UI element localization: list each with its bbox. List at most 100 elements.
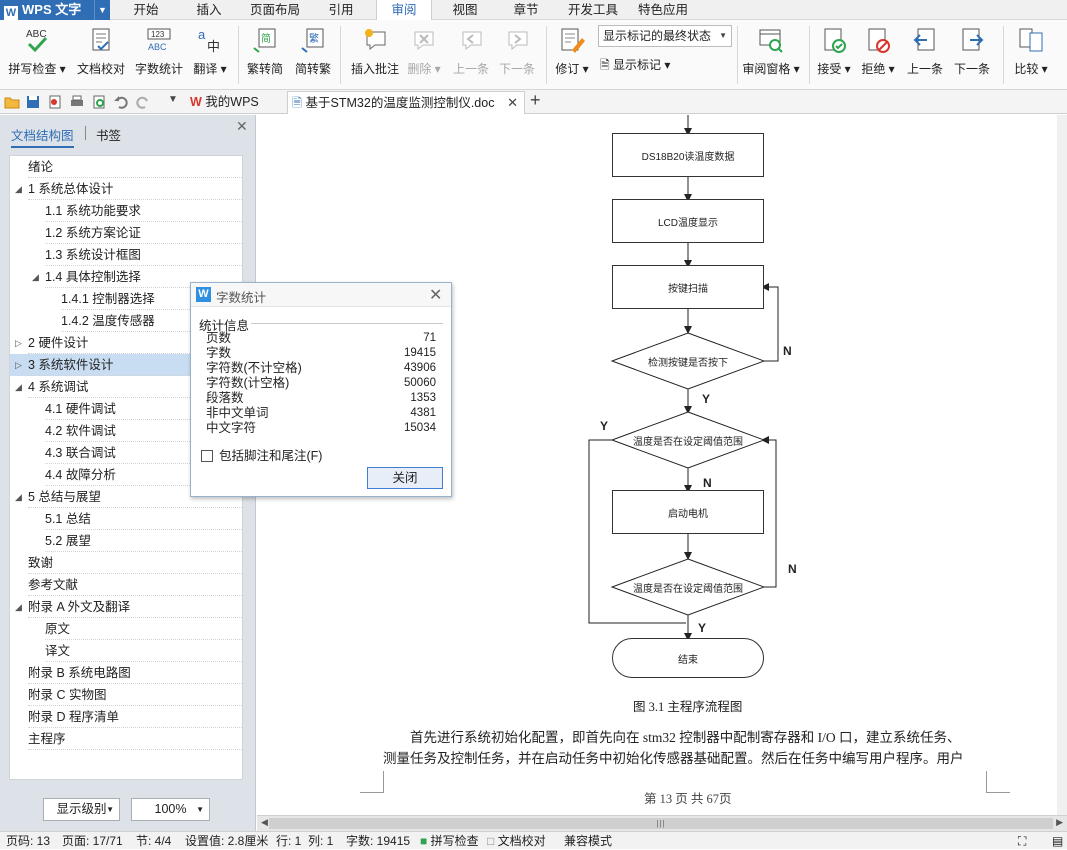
outline-item[interactable]: 参考文献	[10, 574, 242, 596]
tab-page-layout[interactable]: 页面布局	[246, 0, 304, 20]
outline-item[interactable]: 主程序	[10, 728, 242, 750]
stat-row: 字符数(计空格) 50060	[206, 376, 436, 391]
undo-icon[interactable]	[113, 94, 129, 110]
outline-item-label: 致谢	[28, 556, 54, 570]
tab-start[interactable]: 开始	[123, 0, 169, 20]
fullscreen-icon[interactable]: ⛶	[1018, 832, 1026, 850]
stat-value: 50060	[404, 377, 436, 389]
horizontal-scrollbar[interactable]: ◀ ||| ▶	[257, 815, 1067, 831]
reject-button[interactable]: 拒绝 ▾	[860, 26, 896, 86]
expand-icon[interactable]: ▷	[15, 354, 22, 376]
outline-item[interactable]: 原文	[10, 618, 242, 640]
ribbon: ABC 拼写检查 ▾ 文档校对 123 ABC 字数统计 a中 翻译 ▾ 简 繁转…	[0, 20, 1067, 90]
close-icon[interactable]: ✕	[429, 285, 442, 305]
outline-item[interactable]: 附录 C 实物图	[10, 684, 242, 706]
outline-item[interactable]: 1.3 系统设计框图	[10, 244, 242, 266]
collapse-icon[interactable]: ◢	[15, 178, 22, 200]
open-folder-icon[interactable]	[4, 94, 20, 110]
display-level-select[interactable]: 显示级别 ▼	[43, 798, 120, 821]
insert-comment-button[interactable]: 插入批注	[347, 26, 403, 86]
close-tab-icon[interactable]: ✕	[507, 92, 518, 114]
revise-button[interactable]: 修订 ▾	[552, 26, 592, 86]
tab-my-wps[interactable]: W 我的WPS	[186, 91, 280, 114]
tab-developer[interactable]: 开发工具	[564, 0, 622, 20]
ribbon-divider	[737, 26, 738, 84]
prev-change-button[interactable]: 上一条	[904, 26, 946, 86]
doc-proof-button[interactable]: 文档校对	[74, 26, 128, 86]
flow-label-y: Y	[702, 392, 711, 406]
outline-item[interactable]: 附录 B 系统电路图	[10, 662, 242, 684]
collapse-icon[interactable]: ◢	[32, 266, 39, 288]
collapse-icon[interactable]: ◢	[15, 596, 22, 618]
include-footnotes-checkbox[interactable]: 包括脚注和尾注(F)	[201, 445, 322, 464]
scroll-left-icon[interactable]: ◀	[261, 817, 268, 828]
tab-features[interactable]: 特色应用	[634, 0, 692, 20]
status-spell-check[interactable]: ■ 拼写检查	[420, 832, 479, 850]
outline-item[interactable]: 5.2 展望	[10, 530, 242, 552]
tab-document[interactable]: 🗎 基于STM32的温度监测控制仪.doc ✕	[287, 91, 525, 114]
delete-comment-button[interactable]: 删除 ▾	[404, 26, 444, 86]
translate-label: 翻译	[193, 62, 218, 76]
outline-item[interactable]: 附录 D 程序清单	[10, 706, 242, 728]
prev-change-icon	[913, 28, 935, 51]
translate-button[interactable]: a中 翻译 ▾	[190, 26, 230, 86]
scroll-thumb[interactable]: |||	[269, 818, 1053, 829]
close-icon[interactable]: ✕	[236, 118, 248, 135]
status-column: 列: 1	[308, 834, 334, 848]
to-simplified-button[interactable]: 简 繁转简	[245, 26, 285, 86]
word-count-button[interactable]: 123 ABC 字数统计	[132, 26, 186, 86]
tab-bookmarks[interactable]: 书签	[96, 125, 121, 144]
tab-chapter[interactable]: 章节	[503, 0, 549, 20]
outline-item[interactable]: ◢ 附录 A 外文及翻译	[10, 596, 242, 618]
tab-document-outline[interactable]: 文档结构图	[11, 125, 74, 148]
scroll-right-icon[interactable]: ▶	[1056, 817, 1063, 828]
vertical-scrollbar[interactable]	[1057, 115, 1067, 816]
outline-item[interactable]: 1.2 系统方案论证	[10, 222, 242, 244]
show-markup-label: 显示标记	[613, 58, 662, 72]
outline-item[interactable]: 1.1 系统功能要求	[10, 200, 242, 222]
next-comment-button[interactable]: 下一条	[496, 26, 538, 86]
outline-item[interactable]: 5.1 总结	[10, 508, 242, 530]
tab-references[interactable]: 引用	[318, 0, 364, 20]
stat-value: 19415	[404, 347, 436, 359]
outline-item[interactable]: 绪论	[10, 156, 242, 178]
status-doc-proof[interactable]: □ 文档校对	[487, 832, 546, 850]
review-pane-button[interactable]: 审阅窗格 ▾	[740, 26, 802, 86]
to-traditional-button[interactable]: 繁 简转繁	[292, 26, 334, 86]
customize-dropdown-icon[interactable]: ▼	[168, 94, 184, 110]
stat-row: 页数 71	[206, 331, 436, 346]
close-button[interactable]: 关闭	[367, 467, 443, 489]
show-markup-button[interactable]: 🗎 显示标记 ▾	[600, 56, 684, 78]
outline-item[interactable]: 致谢	[10, 552, 242, 574]
nav-pane-tabs: 文档结构图 书签 ✕	[0, 115, 256, 149]
accept-button[interactable]: 接受 ▾	[816, 26, 852, 86]
dialog-title-bar[interactable]: W 字数统计 ✕	[191, 283, 451, 307]
redo-icon[interactable]	[135, 94, 151, 110]
outline-item[interactable]: ◢ 1 系统总体设计	[10, 178, 242, 200]
svg-text:繁: 繁	[309, 32, 319, 45]
chevron-down-icon[interactable]: ▼	[94, 0, 110, 20]
markup-view-select[interactable]: 显示标记的最终状态 ▼	[598, 25, 732, 47]
prev-comment-button[interactable]: 上一条	[450, 26, 492, 86]
zoom-select[interactable]: 100% ▼	[131, 798, 210, 821]
spell-check-button[interactable]: ABC 拼写检查 ▾	[5, 26, 69, 86]
tab-review[interactable]: 审阅	[376, 0, 432, 21]
app-menu-button[interactable]: W WPS 文字 ▼	[0, 0, 110, 20]
save-icon[interactable]	[25, 94, 41, 110]
tab-insert[interactable]: 插入	[186, 0, 232, 20]
next-change-button[interactable]: 下一条	[951, 26, 993, 86]
collapse-icon[interactable]: ◢	[15, 486, 22, 508]
reject-label: 拒绝	[861, 62, 886, 76]
outline-item[interactable]: 译文	[10, 640, 242, 662]
collapse-icon[interactable]: ◢	[15, 376, 22, 398]
compare-button[interactable]: 比较 ▾	[1010, 26, 1052, 86]
print-icon[interactable]	[69, 94, 85, 110]
new-tab-icon[interactable]: +	[530, 90, 541, 111]
expand-icon[interactable]: ▷	[15, 332, 22, 354]
page-view-icon[interactable]: ▤	[1052, 832, 1063, 850]
export-pdf-icon[interactable]	[47, 94, 63, 110]
tab-view[interactable]: 视图	[442, 0, 488, 20]
print-preview-icon[interactable]	[91, 94, 107, 110]
status-word-count[interactable]: 字数: 19415	[346, 832, 410, 850]
outline-item-label: 4.4 故障分析	[45, 468, 116, 482]
